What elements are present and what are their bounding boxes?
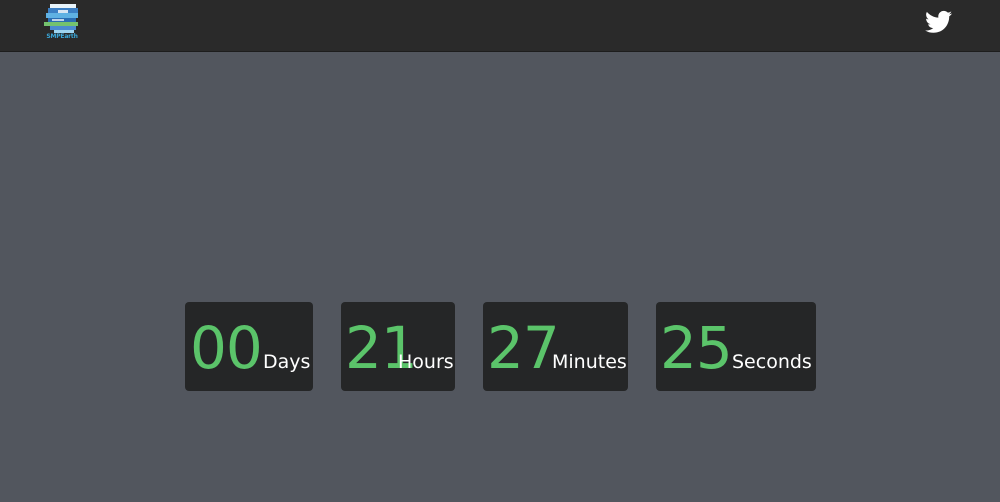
hours-box: 21 Hours [341, 302, 455, 391]
minutes-box: 27 Minutes [483, 302, 628, 391]
days-value: 00 [190, 314, 263, 382]
smpearth-logo[interactable]: SMPEarth [44, 4, 80, 42]
days-label: Days [263, 351, 311, 373]
twitter-icon [925, 10, 952, 33]
hours-label: Hours [398, 351, 454, 373]
twitter-link[interactable] [925, 10, 952, 34]
seconds-box: 25 Seconds [656, 302, 816, 391]
logo-icon [44, 4, 78, 33]
minutes-value: 27 [487, 314, 560, 382]
navbar: SMPEarth [0, 0, 1000, 52]
logo-text: SMPEarth [46, 33, 78, 40]
seconds-label: Seconds [732, 351, 812, 373]
days-box: 00 Days [185, 302, 313, 391]
countdown: 00 Days 21 Hours 27 Minutes 25 Seconds [0, 302, 1000, 391]
seconds-value: 25 [660, 314, 733, 382]
minutes-label: Minutes [552, 351, 627, 373]
